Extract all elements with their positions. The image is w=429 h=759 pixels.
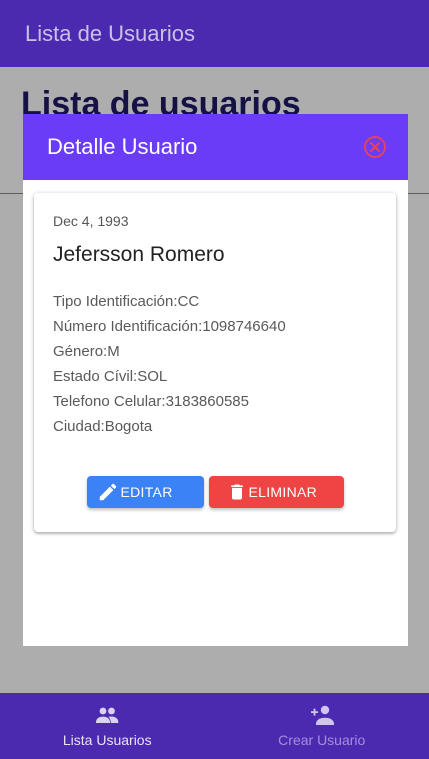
detail-gender: Género:M (53, 343, 120, 360)
modal-header: Detalle Usuario (23, 114, 408, 180)
user-card: Dec 4, 1993 Jefersson Romero Tipo Identi… (34, 193, 396, 532)
detail-city: Ciudad:Bogota (53, 418, 153, 435)
bottom-nav: Lista Usuarios Crear Usuario (0, 693, 429, 759)
close-button[interactable] (362, 134, 388, 160)
detail-phone: Telefono Celular:3183860585 (53, 393, 249, 410)
edit-button[interactable]: EDITAR (86, 476, 204, 508)
detail-id-type: Tipo Identificación:CC (53, 293, 200, 310)
nav-label-crear-usuario: Crear Usuario (278, 732, 366, 748)
edit-button-label: EDITAR (120, 484, 173, 500)
user-details: Tipo Identificación:CC Número Identifica… (53, 289, 377, 439)
card-actions: EDITAR ELIMINAR (34, 476, 396, 508)
delete-button[interactable]: ELIMINAR (208, 476, 344, 508)
trash-icon (230, 484, 243, 500)
users-icon (96, 707, 119, 723)
circle-close-icon (364, 136, 386, 158)
pencil-icon (99, 483, 116, 501)
add-user-icon (310, 705, 334, 725)
user-detail-modal: Detalle Usuario Dec 4, 1993 Jefersson Ro… (23, 114, 408, 646)
delete-button-label: ELIMINAR (248, 484, 318, 500)
nav-item-crear-usuario[interactable]: Crear Usuario (215, 693, 429, 759)
app-header: Lista de Usuarios (0, 0, 429, 67)
detail-civil-status: Estado Cívil:SOL (53, 368, 168, 385)
detail-id-number: Número Identificación:1098746640 (53, 318, 286, 335)
nav-label-lista-usuarios: Lista Usuarios (62, 732, 152, 748)
user-name: Jefersson Romero (53, 243, 225, 266)
nav-item-lista-usuarios[interactable]: Lista Usuarios (0, 693, 215, 759)
app-title: Lista de Usuarios (25, 20, 195, 46)
user-birth-date: Dec 4, 1993 (53, 213, 129, 229)
modal-title: Detalle Usuario (47, 134, 198, 159)
